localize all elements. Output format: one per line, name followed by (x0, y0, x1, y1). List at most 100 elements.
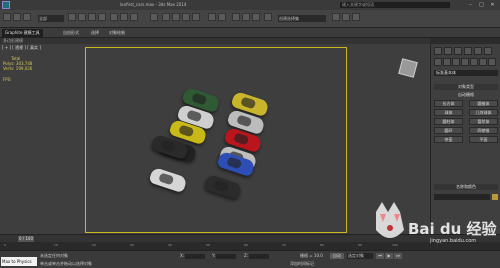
rect-selection-icon[interactable] (88, 13, 96, 21)
motion-tab-icon[interactable] (464, 47, 472, 55)
y-field[interactable] (216, 253, 237, 259)
spinner-snap-icon[interactable] (192, 13, 200, 21)
layer-icon[interactable] (232, 13, 240, 21)
torus-button[interactable]: 圆环 (434, 127, 463, 134)
safe-frame (85, 47, 347, 233)
perspective-viewport[interactable]: [ + ] [ 透视 ] [ 真实 ] Total Polys: 303,748… (0, 44, 430, 234)
tab-selection[interactable]: 选择 (88, 29, 102, 37)
tick-label: 60 (244, 243, 248, 247)
lights-icon[interactable] (452, 58, 460, 66)
pivot-icon[interactable] (150, 13, 158, 21)
grid-size: 栅格 = 10.0 (300, 253, 323, 258)
viewport-statistics: Total Polys: 303,748 Verts: 199,026 FPS: (3, 56, 32, 82)
y-coordinate: Y: (212, 253, 237, 259)
redo-icon[interactable] (13, 13, 21, 21)
tick-label: 70 (282, 243, 286, 247)
tick-label: 0 (4, 243, 6, 247)
move-icon[interactable] (110, 13, 118, 21)
app-window: lanfirst_cars.max - 3ds Max 2014 键入关键字或短… (0, 0, 500, 268)
window-crossing-icon[interactable] (98, 13, 106, 21)
snap-icon[interactable] (162, 13, 170, 21)
shapes-icon[interactable] (443, 58, 451, 66)
x-field[interactable] (185, 253, 206, 259)
tick-label: 10 (54, 243, 58, 247)
space-warps-icon[interactable] (479, 58, 487, 66)
z-field[interactable] (249, 253, 270, 259)
modify-tab-icon[interactable] (444, 47, 452, 55)
app-logo-icon[interactable] (2, 1, 10, 9)
geometry-icon[interactable] (434, 58, 442, 66)
close-button[interactable]: ✕ (488, 1, 497, 9)
tab-graphite[interactable]: Graphite 建模工具 (2, 29, 43, 37)
maxscript-listener[interactable]: Max to Physics (1, 257, 37, 266)
viewport-label[interactable]: [ + ] [ 透视 ] [ 真实 ] (2, 45, 41, 51)
display-tab-icon[interactable] (474, 47, 482, 55)
select-by-name-icon[interactable] (78, 13, 86, 21)
selection-filter-dropdown[interactable]: 全部 (38, 15, 64, 22)
select-object-icon[interactable] (68, 13, 76, 21)
tick-label: 50 (206, 243, 210, 247)
render-frame-icon[interactable] (342, 13, 350, 21)
schematic-icon[interactable] (252, 13, 260, 21)
object-type-rollout[interactable]: 对象类型 (434, 84, 498, 90)
cylinder-button[interactable]: 圆柱体 (434, 118, 463, 125)
pyramid-button[interactable]: 四棱锥 (469, 127, 498, 134)
go-to-start-icon[interactable]: ⏮ (376, 253, 384, 259)
y-label: Y: (212, 253, 216, 258)
angle-snap-icon[interactable] (172, 13, 180, 21)
x-label: X: (180, 253, 185, 258)
maximize-button[interactable]: □ (477, 1, 486, 9)
undo-icon[interactable] (3, 13, 11, 21)
named-selection-dropdown[interactable]: 创建选择集 (278, 15, 326, 22)
tube-button[interactable]: 管状体 (469, 118, 498, 125)
plane-button[interactable]: 平面 (469, 136, 498, 143)
sphere-button[interactable]: 球体 (434, 109, 463, 116)
tab-object-paint[interactable]: 对象绘制 (106, 29, 128, 37)
percent-snap-icon[interactable] (182, 13, 190, 21)
systems-icon[interactable] (488, 58, 496, 66)
align-icon[interactable] (218, 13, 226, 21)
tick-label: 30 (130, 243, 134, 247)
stats-verts: Verts: 199,026 (3, 66, 33, 71)
link-icon[interactable] (23, 13, 31, 21)
tab-freeform[interactable]: 自由形式 (60, 29, 82, 37)
rotate-icon[interactable] (120, 13, 128, 21)
box-button[interactable]: 长方体 (434, 100, 463, 107)
key-filter-dropdown[interactable]: 选定对象 (347, 253, 373, 259)
create-tab-icon[interactable] (434, 47, 442, 55)
main-toolbar: 全部 创建选择集 (0, 10, 500, 28)
add-time-tag[interactable]: 添加时间标记 (290, 261, 314, 267)
z-label: Z: (244, 253, 249, 258)
render-setup-icon[interactable] (332, 13, 340, 21)
cone-button[interactable]: 圆锥体 (469, 100, 498, 107)
watermark-brand: Bai du 经验 (408, 220, 497, 238)
status-prompt-text: 单击或单击并拖动以选择对象 (40, 261, 92, 266)
teapot-button[interactable]: 茶壶 (434, 136, 463, 143)
play-icon[interactable]: ▶ (385, 253, 393, 259)
stats-fps: FPS: (3, 77, 12, 82)
hierarchy-tab-icon[interactable] (454, 47, 462, 55)
z-coordinate: Z: (244, 253, 270, 259)
mirror-icon[interactable] (208, 13, 216, 21)
go-to-end-icon[interactable]: ⏭ (394, 253, 402, 259)
autogrid-checkbox[interactable]: 自动栅格 (434, 92, 498, 98)
search-input[interactable]: 键入关键字或短语 (340, 2, 450, 8)
material-editor-icon[interactable] (264, 13, 272, 21)
baidu-watermark: Bai du 经验 jingyan.baidu.com (370, 200, 500, 252)
minimize-button[interactable]: – (466, 1, 475, 9)
render-icon[interactable] (352, 13, 360, 21)
status-selection-text: 未选定任何对象 (40, 253, 68, 258)
scale-icon[interactable] (130, 13, 138, 21)
ribbon: Graphite 建模工具 自由形式 选择 对象绘制 (0, 28, 500, 38)
geosphere-button[interactable]: 几何球体 (469, 109, 498, 116)
utilities-tab-icon[interactable] (484, 47, 492, 55)
cameras-icon[interactable] (461, 58, 469, 66)
window-title: lanfirst_cars.max - 3ds Max 2014 (120, 2, 187, 7)
curve-editor-icon[interactable] (242, 13, 250, 21)
name-color-rollout[interactable]: 名称和颜色 (434, 184, 498, 190)
tick-label: 80 (320, 243, 324, 247)
helpers-icon[interactable] (470, 58, 478, 66)
viewcube-icon[interactable] (398, 58, 418, 78)
auto-key-button[interactable]: 自动 (330, 253, 344, 259)
primitive-category-dropdown[interactable]: 标准基本体 (434, 70, 498, 76)
